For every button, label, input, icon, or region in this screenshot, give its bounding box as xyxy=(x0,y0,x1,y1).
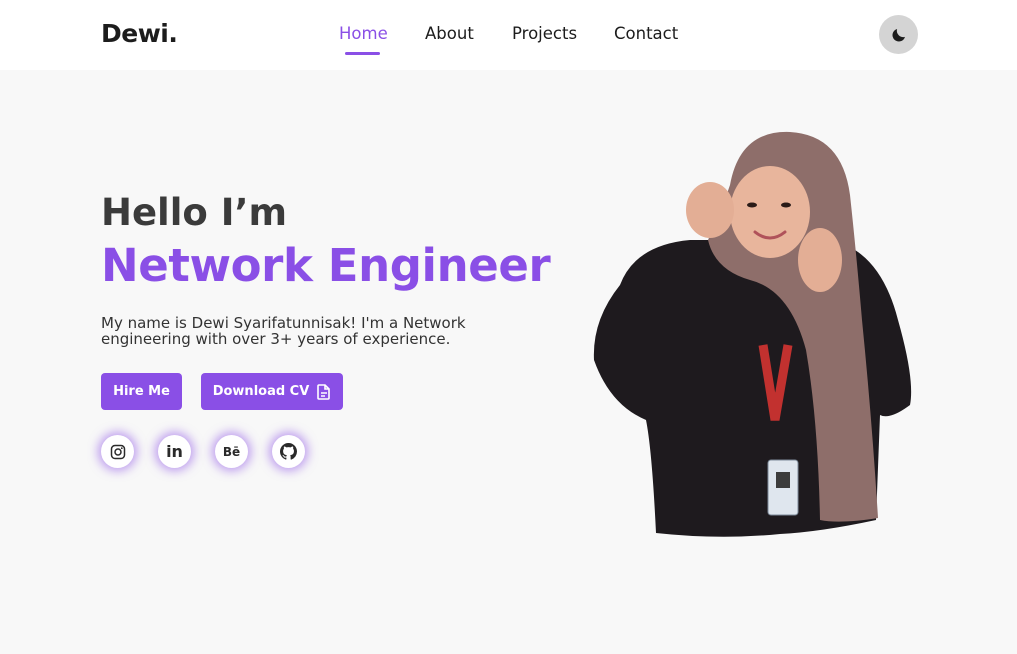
instagram-link[interactable] xyxy=(101,435,134,468)
hero-description: My name is Dewi Syarifatunnisak! I'm a N… xyxy=(101,314,466,348)
download-cv-button[interactable]: Download CV xyxy=(201,373,343,410)
hire-me-label: Hire Me xyxy=(113,384,170,399)
photo-hand-left xyxy=(686,182,734,238)
behance-link[interactable]: Bē xyxy=(215,435,248,468)
nav-link-home[interactable]: Home xyxy=(339,24,388,43)
download-cv-label: Download CV xyxy=(212,384,310,399)
site-logo[interactable]: Dewi. xyxy=(101,19,178,48)
hero-title: Network Engineer xyxy=(101,239,551,292)
nav-link-projects[interactable]: Projects xyxy=(512,24,577,43)
nav-link-about[interactable]: About xyxy=(425,24,474,43)
github-icon xyxy=(280,443,297,460)
hero-greeting: Hello I’m xyxy=(101,191,288,234)
behance-icon: Bē xyxy=(222,444,241,459)
moon-icon xyxy=(891,28,905,42)
nav-link-contact[interactable]: Contact xyxy=(614,24,678,43)
document-icon xyxy=(317,383,331,400)
nav-active-indicator xyxy=(345,52,380,55)
photo-hand-right xyxy=(798,228,842,292)
instagram-icon xyxy=(110,444,125,459)
site-header: Dewi. Home About Projects Contact xyxy=(0,0,1017,70)
theme-toggle-button[interactable] xyxy=(879,15,918,54)
hire-me-button[interactable]: Hire Me xyxy=(101,373,182,410)
profile-photo xyxy=(593,131,912,537)
linkedin-icon: in xyxy=(166,442,183,461)
linkedin-link[interactable]: in xyxy=(158,435,191,468)
photo-face xyxy=(730,166,810,258)
github-link[interactable] xyxy=(272,435,305,468)
